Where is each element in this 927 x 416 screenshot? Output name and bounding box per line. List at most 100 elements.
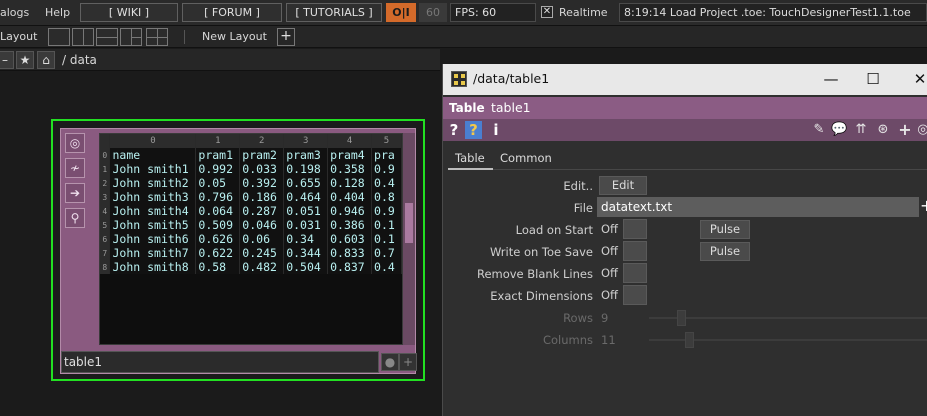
table-cell[interactable]: 0.186: [239, 190, 285, 204]
table-cell[interactable]: 0.046: [239, 218, 285, 232]
table-cell[interactable]: 0.4: [371, 176, 402, 190]
table-cell[interactable]: pram3: [283, 148, 329, 162]
exact-dimensions-toggle[interactable]: Off: [597, 285, 647, 305]
toggle-box[interactable]: [623, 219, 647, 239]
write-pulse-button[interactable]: Pulse: [700, 242, 750, 261]
table-cell[interactable]: 0.464: [283, 190, 329, 204]
gear-icon[interactable]: ◎: [915, 122, 927, 138]
help-icon[interactable]: ?: [448, 121, 460, 139]
table-cell[interactable]: 0.8: [371, 190, 402, 204]
back-button[interactable]: –: [0, 51, 14, 69]
table-cell[interactable]: 0.796: [195, 190, 241, 204]
table-cell[interactable]: 0.05: [195, 176, 241, 190]
viewer-toggle-icon[interactable]: ◎: [65, 133, 85, 153]
table-cell[interactable]: 0.7: [371, 246, 402, 260]
layout-split-horizontal-icon[interactable]: [96, 28, 118, 46]
table-cell[interactable]: 0.386: [327, 218, 373, 232]
table-cell[interactable]: John smith4: [109, 204, 197, 218]
node-dot-button[interactable]: ●: [381, 353, 399, 371]
table-cell[interactable]: 0.128: [327, 176, 373, 190]
bypass-icon[interactable]: ≁: [65, 158, 85, 178]
layout-three-pane-icon[interactable]: [120, 28, 142, 46]
layout-quad-icon[interactable]: [146, 28, 168, 46]
lock-icon[interactable]: ⚲: [65, 208, 85, 228]
table-cell[interactable]: 0.06: [239, 232, 285, 246]
edit-button[interactable]: Edit: [599, 176, 647, 195]
table-cell[interactable]: 0.1: [371, 232, 402, 246]
node-plus-button[interactable]: +: [399, 353, 417, 371]
table-cell[interactable]: John smith3: [109, 190, 197, 204]
table-cell[interactable]: 0.504: [283, 260, 329, 274]
home-icon[interactable]: ⌂: [37, 51, 55, 69]
table-cell[interactable]: John smith7: [109, 246, 197, 260]
table-cell[interactable]: 0.833: [327, 246, 373, 260]
toggle-box[interactable]: [623, 285, 647, 305]
realtime-checkbox[interactable]: ✕: [541, 6, 553, 18]
minimize-icon[interactable]: —: [820, 68, 842, 90]
table-cell[interactable]: 0.603: [327, 232, 373, 246]
table-cell[interactable]: 0.837: [327, 260, 373, 274]
table-cell[interactable]: name: [109, 148, 197, 162]
menu-dialogs[interactable]: alogs: [0, 6, 29, 19]
power-toggle-button[interactable]: O|I: [386, 3, 416, 22]
table-cell[interactable]: 0.031: [283, 218, 329, 232]
table-cell[interactable]: John smith1: [109, 162, 197, 176]
tab-table[interactable]: Table: [455, 151, 485, 165]
table-cell[interactable]: 0.245: [239, 246, 285, 260]
fps-setting[interactable]: 60: [419, 3, 447, 22]
python-help-icon[interactable]: ?: [465, 121, 482, 139]
toggle-box[interactable]: [623, 263, 647, 283]
table-cell[interactable]: 0.287: [239, 204, 285, 218]
add-icon[interactable]: +: [897, 122, 913, 138]
table-cell[interactable]: 0.1: [371, 218, 402, 232]
table-cell[interactable]: John smith6: [109, 232, 197, 246]
table-cell[interactable]: 0.051: [283, 204, 329, 218]
table-cell[interactable]: 0.198: [283, 162, 329, 176]
table-cell[interactable]: 0.946: [327, 204, 373, 218]
close-icon[interactable]: ✕: [909, 68, 927, 90]
table-cell[interactable]: 0.509: [195, 218, 241, 232]
table-cell[interactable]: 0.064: [195, 204, 241, 218]
table-cell[interactable]: 0.9: [371, 204, 402, 218]
new-layout-label[interactable]: New Layout: [202, 30, 267, 43]
table-cell[interactable]: John smith2: [109, 176, 197, 190]
table-cell[interactable]: 0.34: [283, 232, 329, 246]
maximize-icon[interactable]: ☐: [862, 68, 884, 90]
write-on-toe-save-toggle[interactable]: Off: [597, 241, 647, 261]
load-pulse-button[interactable]: Pulse: [700, 220, 750, 239]
table-cell[interactable]: pra: [371, 148, 402, 162]
table-node[interactable]: ◎ ≁ ➔ ⚲ 0 1 2 3 4 5 0 name pram1 pram2 pram3…: [51, 119, 425, 381]
star-icon[interactable]: ★: [16, 51, 34, 69]
file-browse-icon[interactable]: +: [920, 197, 927, 217]
menu-help[interactable]: Help: [45, 6, 70, 19]
layout-single-icon[interactable]: [48, 28, 70, 46]
table-cell[interactable]: 0.626: [195, 232, 241, 246]
load-on-start-toggle[interactable]: Off: [597, 219, 647, 239]
toggle-box[interactable]: [623, 241, 647, 261]
table-cell[interactable]: 0.344: [283, 246, 329, 260]
table-cell[interactable]: 0.58: [195, 260, 241, 274]
table-cell[interactable]: 0.4: [371, 260, 402, 274]
table-cell[interactable]: 0.992: [195, 162, 241, 176]
table-cell[interactable]: 0.358: [327, 162, 373, 176]
table-cell[interactable]: 0.9: [371, 162, 402, 176]
operator-name-field[interactable]: table1: [491, 100, 531, 115]
wiki-button[interactable]: [ WIKI ]: [80, 3, 178, 22]
table-node-body[interactable]: ◎ ≁ ➔ ⚲ 0 1 2 3 4 5 0 name pram1 pram2 pram3…: [60, 128, 417, 374]
table-viewer[interactable]: 0 1 2 3 4 5 0 name pram1 pram2 pram3 pram4 pra…: [99, 133, 403, 345]
node-name-field[interactable]: table1: [61, 351, 379, 373]
flags-icon[interactable]: ⇈: [853, 122, 869, 138]
table-cell[interactable]: pram4: [327, 148, 373, 162]
tab-common[interactable]: Common: [500, 151, 552, 165]
table-cell[interactable]: pram2: [239, 148, 285, 162]
comment-icon[interactable]: 💬: [831, 122, 847, 138]
table-cell[interactable]: John smith8: [109, 260, 197, 274]
new-layout-plus-icon[interactable]: +: [277, 28, 295, 46]
table-cell[interactable]: 0.622: [195, 246, 241, 260]
file-field[interactable]: datatext.txt: [597, 197, 919, 217]
network-path[interactable]: / data: [62, 53, 97, 67]
forum-button[interactable]: [ FORUM ]: [182, 3, 282, 22]
table-cell[interactable]: 0.404: [327, 190, 373, 204]
display-flag-icon[interactable]: ➔: [65, 183, 85, 203]
table-cell[interactable]: 0.655: [283, 176, 329, 190]
